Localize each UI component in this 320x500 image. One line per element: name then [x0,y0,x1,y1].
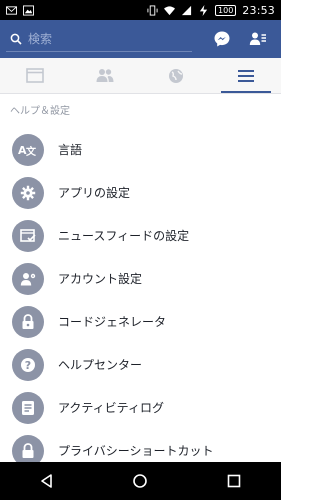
search-placeholder: 検索 [28,32,53,46]
hamburger-menu-icon [237,69,254,82]
settings-menu-list: A文 言語 アプリの設定 ニュースフィードの設定 アカウント設定 コードジェネレ… [0,128,281,472]
menu-item-news-feed-settings[interactable]: ニュースフィードの設定 [0,214,281,257]
charging-icon [199,4,208,16]
system-nav-bar [0,462,281,500]
tab-menu[interactable] [211,58,281,93]
status-bar: 100 23:53 [0,0,281,20]
menu-item-app-settings[interactable]: アプリの設定 [0,171,281,214]
svg-text:文: 文 [26,145,37,158]
image-icon [23,4,34,16]
home-icon[interactable] [132,473,148,489]
menu-item-label: ニュースフィードの設定 [58,229,190,243]
menu-item-language[interactable]: A文 言語 [0,128,281,171]
gear-icon [12,176,44,209]
search-icon [10,33,22,45]
list-icon [12,391,44,424]
menu-item-label: アクティビティログ [58,401,164,415]
menu-item-label: ヘルプセンター [58,358,143,372]
friends-tab-icon [96,69,114,82]
menu-item-activity-log[interactable]: アクティビティログ [0,386,281,429]
menu-item-label: 言語 [58,143,83,157]
search-input[interactable]: 検索 [6,26,192,52]
tab-notifications[interactable] [141,58,211,93]
menu-item-help-center[interactable]: ? ヘルプセンター [0,343,281,386]
email-icon [6,5,17,15]
tab-friends[interactable] [70,58,140,93]
lock-icon [12,305,44,338]
vibrate-icon [147,4,158,16]
svg-text:?: ? [25,359,31,372]
menu-item-label: アプリの設定 [58,186,131,200]
menu-item-label: プライバシーショートカット [58,444,214,458]
translate-icon: A文 [12,133,44,166]
back-icon[interactable] [39,473,55,489]
menu-item-label: アカウント設定 [58,272,143,286]
menu-item-code-generator[interactable]: コードジェネレータ [0,300,281,343]
battery-level: 100 [215,4,237,16]
tab-news-feed[interactable] [0,58,70,93]
wifi-icon [164,5,176,15]
tab-bar [0,58,281,94]
account-icon [12,262,44,295]
menu-item-label: コードジェネレータ [58,315,167,329]
signal-icon [181,5,192,15]
friend-requests-icon[interactable] [249,30,267,48]
status-time: 23:53 [242,3,275,17]
news-feed-tab-icon [26,68,44,83]
recent-apps-icon[interactable] [226,473,242,489]
section-title: ヘルプ＆設定 [10,106,70,117]
messenger-icon[interactable] [213,30,231,48]
app-bar: 検索 [0,20,281,58]
news-feed-icon [12,219,44,252]
menu-item-account-settings[interactable]: アカウント設定 [0,257,281,300]
globe-icon [168,68,183,83]
question-icon: ? [12,348,44,381]
